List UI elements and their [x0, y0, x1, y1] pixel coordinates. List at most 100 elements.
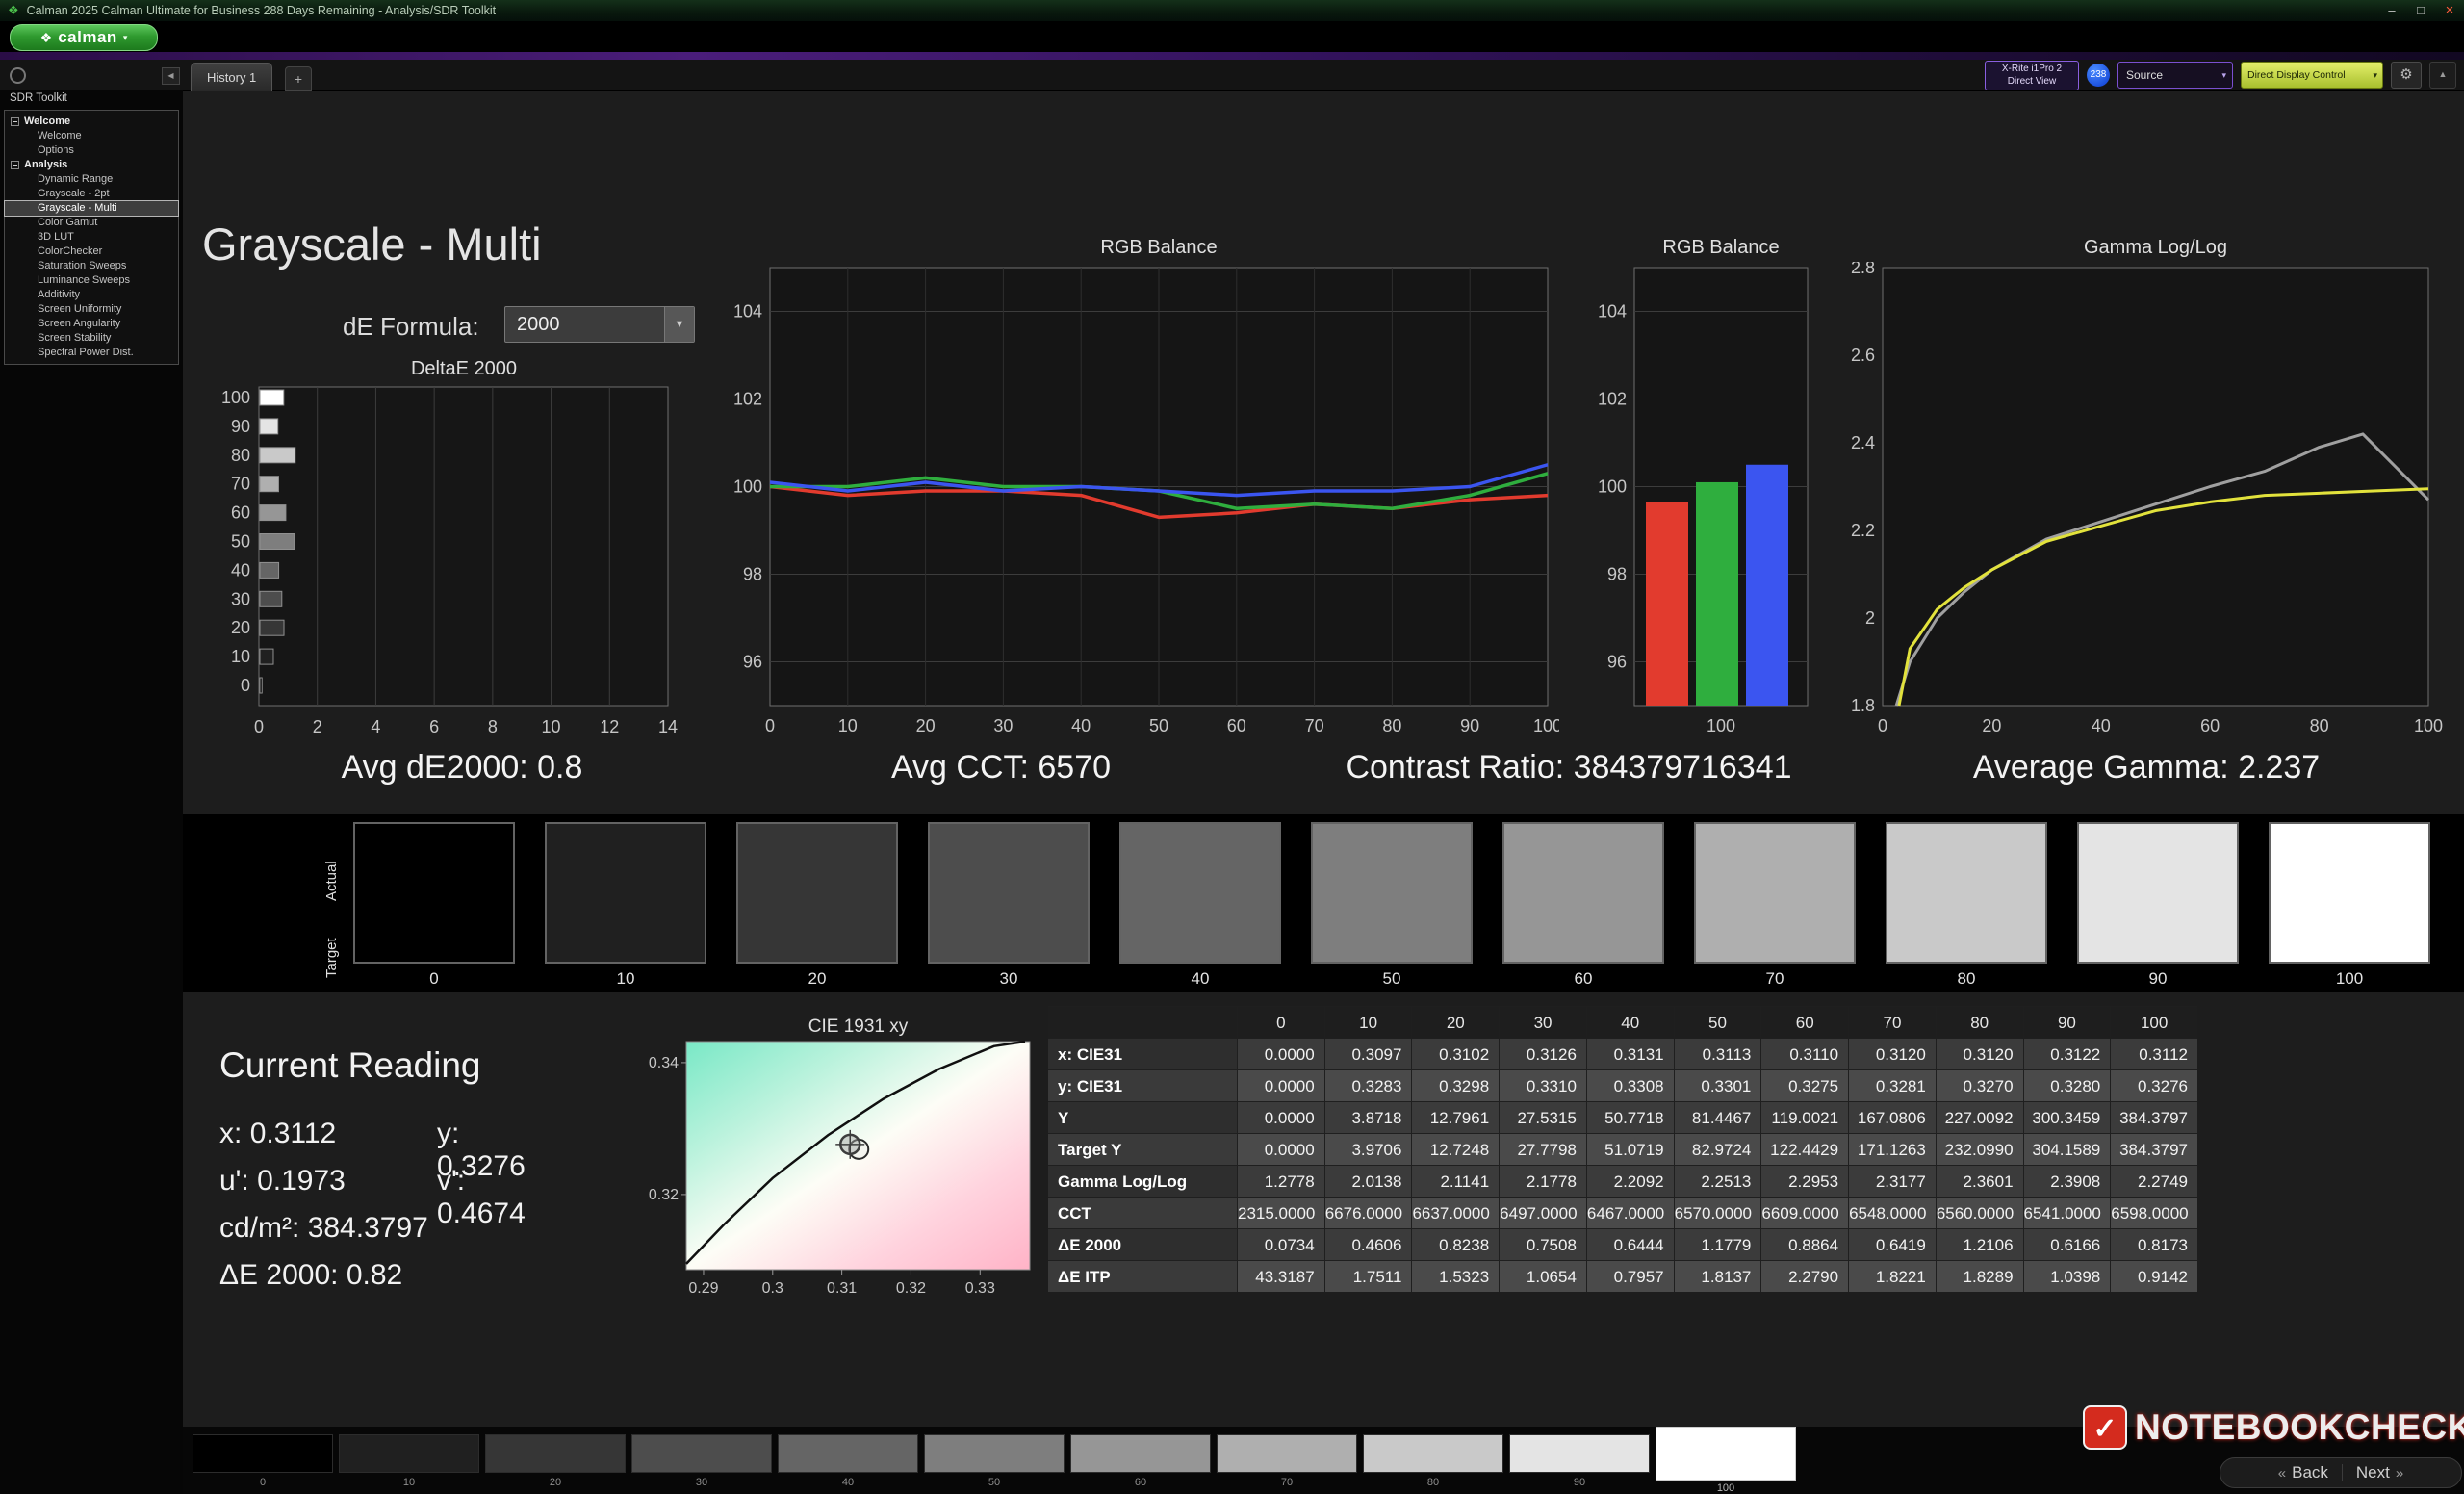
sidebar-item-options[interactable]: Options: [5, 143, 178, 158]
back-button[interactable]: « Back: [2278, 1463, 2328, 1482]
axis-tick-label: 0: [765, 716, 775, 735]
axis-tick-label: 1.8: [1851, 696, 1875, 715]
row-label: Gamma Log/Log: [1048, 1165, 1237, 1197]
table-cell: 51.0719: [1586, 1133, 1674, 1165]
gray-patch-80[interactable]: [1363, 1434, 1503, 1473]
table-cell: 6637.0000: [1411, 1197, 1499, 1228]
titlebar: ❖ Calman 2025 Calman Ultimate for Busine…: [0, 0, 2464, 21]
column-header-60: 60: [1760, 1006, 1848, 1038]
display-control-dropdown[interactable]: Direct Display Control ▾: [2241, 62, 2383, 89]
sidebar-item-additivity[interactable]: Additivity: [5, 288, 178, 302]
sidebar-item-spectral-power-dist[interactable]: Spectral Power Dist.: [5, 346, 178, 360]
table-cell: 82.9724: [1674, 1133, 1761, 1165]
table-cell: 300.3459: [2023, 1101, 2111, 1133]
measurement-table: 0102030405060708090100x: CIE310.00000.30…: [1048, 1006, 2197, 1292]
sidebar-group-analysis[interactable]: Analysis: [5, 158, 178, 172]
plot-area: [1883, 268, 2428, 706]
reading-luminance-value: 384.3797: [308, 1212, 428, 1244]
row-label: Target Y: [1048, 1133, 1237, 1165]
table-cell: 6541.0000: [2023, 1197, 2111, 1228]
table-cell: 0.3126: [1499, 1038, 1586, 1069]
deltae-bar-70: [260, 477, 278, 492]
table-cell: 0.3112: [2110, 1038, 2197, 1069]
table-cell: 167.0806: [1848, 1101, 1936, 1133]
page-title: Grayscale - Multi: [202, 218, 542, 270]
gray-patch-60[interactable]: [1070, 1434, 1211, 1473]
stat-avg-de2000: Avg dE2000: 0.8: [270, 749, 654, 786]
sidebar-collapse-button[interactable]: ◀: [162, 67, 180, 85]
gray-patch-90[interactable]: [1509, 1434, 1650, 1473]
meter-device-button[interactable]: X-Rite i1Pro 2 Direct View: [1985, 61, 2079, 90]
axis-tick-label: 20: [231, 618, 250, 637]
sidebar-item-dynamic-range[interactable]: Dynamic Range: [5, 172, 178, 187]
grayscale-swatch-20: [736, 822, 898, 964]
axis-tick-label: 0.32: [896, 1280, 926, 1297]
gray-patch-40[interactable]: [778, 1434, 918, 1473]
tab-history-1[interactable]: History 1: [191, 63, 272, 91]
table-cell: 1.1779: [1674, 1228, 1761, 1260]
axis-tick-label: 4: [371, 717, 380, 736]
table-cell: 0.3110: [1760, 1038, 1848, 1069]
de-formula-value: 2000: [517, 307, 560, 342]
maximize-button[interactable]: □: [2406, 0, 2435, 21]
sidebar-item-screen-stability[interactable]: Screen Stability: [5, 331, 178, 346]
gray-patch-10[interactable]: [339, 1434, 479, 1473]
axis-tick-label: 0.34: [649, 1055, 679, 1071]
gray-patch-30[interactable]: [631, 1434, 772, 1473]
sidebar-item-colorchecker[interactable]: ColorChecker: [5, 245, 178, 259]
table-cell: 0.3097: [1324, 1038, 1412, 1069]
minimize-button[interactable]: –: [2377, 0, 2406, 21]
axis-tick-label: 80: [1382, 716, 1401, 735]
sidebar-item-3d-lut[interactable]: 3D LUT: [5, 230, 178, 245]
sidebar-item-grayscale-2pt[interactable]: Grayscale - 2pt: [5, 187, 178, 201]
table-cell: 1.8137: [1674, 1260, 1761, 1292]
close-button[interactable]: ×: [2435, 0, 2464, 21]
gray-patch-70[interactable]: [1217, 1434, 1357, 1473]
collapse-expander-icon[interactable]: [11, 161, 19, 169]
workflow-tree: WelcomeWelcomeOptionsAnalysisDynamic Ran…: [4, 110, 179, 365]
axis-tick-label: 0.32: [649, 1187, 679, 1203]
rgb-balance-line-chart: 96981001021040102030405060708090100: [712, 262, 1559, 743]
table-cell: 2.2790: [1760, 1260, 1848, 1292]
gray-patch-100[interactable]: [1656, 1427, 1796, 1481]
sidebar-item-saturation-sweeps[interactable]: Saturation Sweeps: [5, 259, 178, 273]
sidebar-item-luminance-sweeps[interactable]: Luminance Sweeps: [5, 273, 178, 288]
gray-patch-20[interactable]: [485, 1434, 626, 1473]
sidebar-item-welcome[interactable]: Welcome: [5, 129, 178, 143]
table-cell: 81.4467: [1674, 1101, 1761, 1133]
calman-menu-button[interactable]: ❖ calman ▾: [10, 24, 158, 51]
sidebar-item-screen-uniformity[interactable]: Screen Uniformity: [5, 302, 178, 317]
gray-patch-50[interactable]: [924, 1434, 1065, 1473]
reading-luminance-line: cd/m²: 384.3797: [219, 1212, 428, 1245]
sidebar-item-screen-angularity[interactable]: Screen Angularity: [5, 317, 178, 331]
table-cell: 0.3298: [1411, 1069, 1499, 1101]
axis-tick-label: 98: [1607, 565, 1627, 584]
add-tab-button[interactable]: +: [285, 66, 312, 91]
column-header-70: 70: [1848, 1006, 1936, 1038]
next-button[interactable]: Next »: [2356, 1463, 2403, 1482]
table-cell: 0.3280: [2023, 1069, 2111, 1101]
gray-patch-0[interactable]: [192, 1434, 333, 1473]
gray-patch-label: 80: [1363, 1477, 1503, 1488]
source-dropdown[interactable]: Source ▾: [2118, 62, 2233, 89]
gear-icon[interactable]: ⚙: [2391, 62, 2422, 89]
collapse-expander-icon[interactable]: [11, 117, 19, 126]
axis-tick-label: 2: [313, 717, 322, 736]
table-cell: 1.0654: [1499, 1260, 1586, 1292]
column-header-100: 100: [2110, 1006, 2197, 1038]
table-cell: 6497.0000: [1499, 1197, 1586, 1228]
reading-uv-line: u': 0.1973 v': 0.4674: [219, 1165, 346, 1198]
panel-record-icon[interactable]: [10, 67, 26, 84]
grayscale-swatch-40: [1119, 822, 1281, 964]
sidebar-group-welcome[interactable]: Welcome: [5, 115, 178, 129]
notebookcheck-watermark: ✓ NOTEBOOKCHECK: [2083, 1405, 2464, 1450]
sidebar-item-color-gamut[interactable]: Color Gamut: [5, 216, 178, 230]
de-formula-dropdown[interactable]: 2000 ▼: [504, 306, 695, 343]
collapse-toolbar-icon[interactable]: ▲: [2429, 62, 2456, 89]
sidebar-group-label: Welcome: [24, 115, 70, 129]
table-row-gamma-log-log: Gamma Log/Log1.27782.01382.11412.17782.2…: [1048, 1165, 2197, 1197]
axis-tick-label: 0.31: [827, 1280, 857, 1297]
table-cell: 0.9142: [2110, 1260, 2197, 1292]
sidebar-item-grayscale-multi[interactable]: Grayscale - Multi: [5, 201, 178, 216]
table-cell: 1.8289: [1936, 1260, 2023, 1292]
